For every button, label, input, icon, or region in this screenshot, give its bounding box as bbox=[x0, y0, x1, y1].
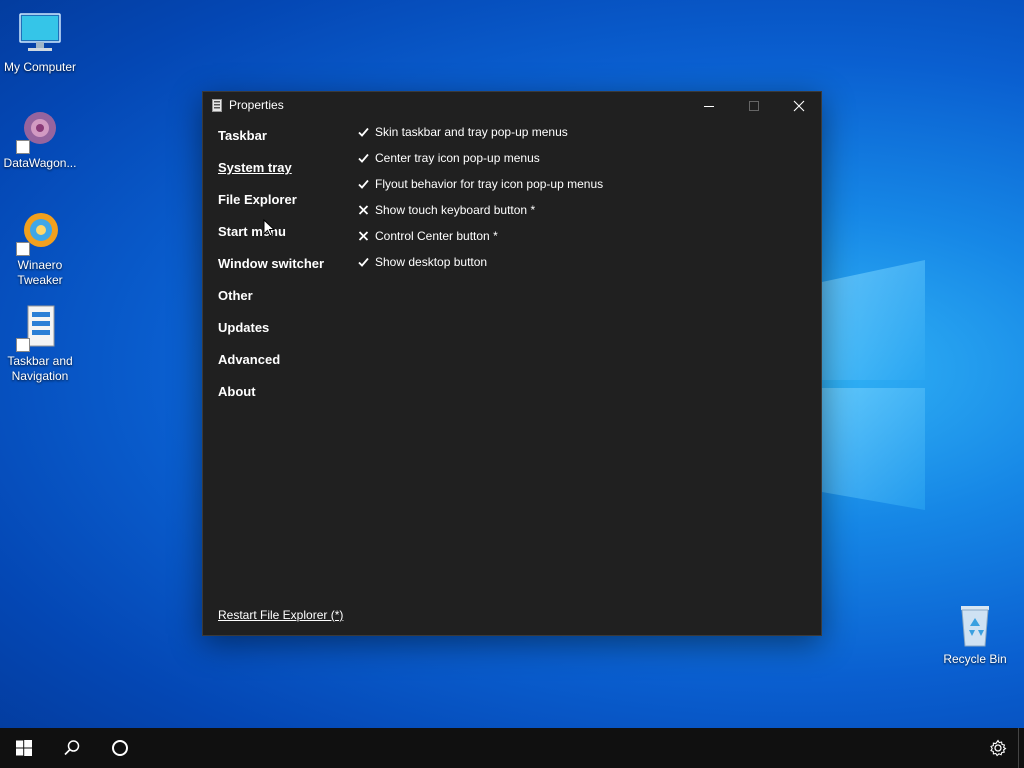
minimize-icon bbox=[704, 106, 714, 107]
close-icon bbox=[793, 100, 805, 112]
option-label: Skin taskbar and tray pop-up menus bbox=[375, 125, 568, 139]
windows-start-icon bbox=[16, 740, 32, 756]
shortcut-arrow-icon bbox=[16, 140, 30, 154]
app-icon bbox=[212, 99, 222, 112]
option-control-center-button[interactable]: Control Center button * bbox=[358, 229, 603, 255]
taskbar bbox=[0, 728, 1024, 768]
nav-item-system-tray[interactable]: System tray bbox=[218, 160, 324, 192]
cortana-circle-icon bbox=[112, 740, 128, 756]
option-center-tray-menus[interactable]: Center tray icon pop-up menus bbox=[358, 151, 603, 177]
nav-item-label: Taskbar bbox=[218, 128, 267, 143]
desktop-icon-label: Recycle Bin bbox=[943, 652, 1007, 666]
nav-item-label: About bbox=[218, 384, 256, 399]
nav-item-label: System tray bbox=[218, 160, 292, 175]
desktop-icon-label: Winaero Tweaker bbox=[17, 258, 63, 287]
restart-file-explorer-link[interactable]: Restart File Explorer (*) bbox=[218, 608, 343, 622]
desktop-icon-taskbar-navigation[interactable]: Taskbar and Navigation bbox=[0, 304, 80, 384]
nav-item-advanced[interactable]: Advanced bbox=[218, 352, 324, 384]
search-button[interactable] bbox=[48, 728, 96, 768]
option-touch-keyboard-button[interactable]: Show touch keyboard button * bbox=[358, 203, 603, 229]
nav-item-taskbar[interactable]: Taskbar bbox=[218, 128, 324, 160]
option-label: Show touch keyboard button * bbox=[375, 203, 536, 217]
recycle-bin-icon bbox=[951, 602, 999, 650]
cross-icon bbox=[358, 229, 375, 243]
nav-item-label: Advanced bbox=[218, 352, 281, 367]
option-label: Center tray icon pop-up menus bbox=[375, 151, 540, 165]
desktop-icon-recycle-bin[interactable]: Recycle Bin bbox=[935, 602, 1015, 667]
gear-icon bbox=[990, 739, 1007, 757]
nav-item-other[interactable]: Other bbox=[218, 288, 324, 320]
cortana-button[interactable] bbox=[96, 728, 144, 768]
shortcut-arrow-icon bbox=[16, 242, 30, 256]
option-show-desktop-button[interactable]: Show desktop button bbox=[358, 255, 603, 281]
cross-icon bbox=[358, 203, 375, 217]
maximize-icon bbox=[749, 101, 759, 111]
nav-item-label: Updates bbox=[218, 320, 270, 335]
start-button[interactable] bbox=[0, 728, 48, 768]
mouse-cursor-icon bbox=[263, 219, 275, 237]
properties-window: Properties Taskbar System tray File Expl… bbox=[202, 91, 822, 636]
search-icon bbox=[64, 740, 80, 756]
desktop-icon-label: Taskbar and Navigation bbox=[7, 354, 73, 383]
close-button[interactable] bbox=[776, 92, 822, 120]
desktop-icon-label: My Computer bbox=[3, 60, 77, 74]
option-label: Control Center button * bbox=[375, 229, 498, 243]
title-bar[interactable]: Properties bbox=[203, 92, 821, 120]
nav-item-window-switcher[interactable]: Window switcher bbox=[218, 256, 324, 288]
checkmark-icon bbox=[358, 177, 375, 191]
nav-item-about[interactable]: About bbox=[218, 384, 324, 416]
nav-item-label: Window switcher bbox=[218, 256, 325, 271]
datawagon-icon bbox=[16, 106, 64, 154]
options-list: Skin taskbar and tray pop-up menus Cente… bbox=[358, 125, 603, 281]
checkmark-icon bbox=[358, 151, 375, 165]
desktop-icon-datawagon[interactable]: DataWagon... bbox=[0, 106, 80, 171]
desktop-icon-my-computer[interactable]: My Computer bbox=[0, 10, 80, 75]
nav-item-label: File Explorer bbox=[218, 192, 297, 207]
show-desktop-divider[interactable] bbox=[1018, 728, 1019, 768]
nav-item-label: Start menu bbox=[218, 224, 286, 239]
option-label: Show desktop button bbox=[375, 255, 488, 269]
desktop-icon-label: DataWagon... bbox=[3, 156, 77, 170]
checkmark-icon bbox=[358, 255, 375, 269]
winaero-tweaker-icon bbox=[16, 208, 64, 256]
option-flyout-behavior[interactable]: Flyout behavior for tray icon pop-up men… bbox=[358, 177, 603, 203]
taskbar-settings-icon bbox=[16, 304, 64, 352]
settings-tray-button[interactable] bbox=[978, 728, 1018, 768]
maximize-button[interactable] bbox=[731, 92, 777, 120]
settings-nav: Taskbar System tray File Explorer Start … bbox=[218, 128, 324, 416]
desktop-icon-winaero-tweaker[interactable]: Winaero Tweaker bbox=[0, 208, 80, 288]
nav-item-updates[interactable]: Updates bbox=[218, 320, 324, 352]
option-label: Flyout behavior for tray icon pop-up men… bbox=[375, 177, 604, 191]
option-skin-taskbar-menus[interactable]: Skin taskbar and tray pop-up menus bbox=[358, 125, 603, 151]
checkmark-icon bbox=[358, 125, 375, 139]
minimize-button[interactable] bbox=[686, 92, 732, 120]
shortcut-arrow-icon bbox=[16, 338, 30, 352]
window-title: Properties bbox=[229, 98, 284, 112]
monitor-icon bbox=[16, 10, 64, 58]
nav-item-label: Other bbox=[218, 288, 253, 303]
